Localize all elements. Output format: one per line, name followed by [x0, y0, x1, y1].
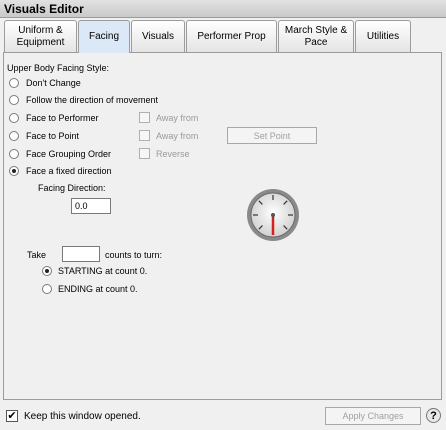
away-from-point-checkbox[interactable] [139, 130, 150, 141]
tab-label: Uniform & Equipment [16, 24, 65, 48]
help-icon[interactable]: ? [426, 408, 441, 423]
ending-label: ENDING at count 0. [58, 284, 138, 294]
tab-label: Utilities [366, 30, 400, 42]
facing-style-label: Upper Body Facing Style: [7, 63, 110, 73]
option-label: Face to Performer [26, 113, 99, 123]
radio-face-fixed-direction[interactable] [9, 166, 19, 176]
footer-bar: ✔ Keep this window opened. Apply Changes… [0, 403, 446, 430]
radio-ending[interactable] [42, 284, 52, 294]
option-label: Face Grouping Order [26, 149, 112, 159]
tab-label: Facing [88, 31, 119, 42]
reverse-checkbox[interactable] [139, 148, 150, 159]
radio-face-grouping-order[interactable] [9, 149, 19, 159]
tab-facing[interactable]: Facing [78, 20, 130, 53]
take-label: Take [27, 250, 47, 260]
apply-changes-button[interactable]: Apply Changes [325, 407, 421, 425]
radio-face-point[interactable] [9, 131, 19, 141]
starting-label: STARTING at count 0. [58, 266, 148, 276]
option-label: Face a fixed direction [26, 166, 112, 176]
title-bar: Visuals Editor [0, 0, 446, 18]
facing-dial[interactable] [245, 187, 301, 243]
window-title: Visuals Editor [4, 2, 84, 16]
tab-performer-prop[interactable]: Performer Prop [186, 20, 277, 52]
tab-label: Performer Prop [197, 30, 266, 42]
facing-direction-label: Facing Direction: [38, 183, 106, 193]
tab-label: March Style & Pace [284, 24, 348, 48]
set-point-button[interactable]: Set Point [227, 127, 317, 144]
keep-open-checkbox[interactable]: ✔ [6, 410, 18, 422]
take-counts-input[interactable] [62, 246, 100, 262]
tab-uniform-equipment[interactable]: Uniform & Equipment [4, 20, 77, 52]
option-label: Follow the direction of movement [26, 95, 159, 105]
away-from-point-label: Away from [156, 131, 199, 141]
radio-dont-change[interactable] [9, 78, 19, 88]
away-from-performer-label: Away from [156, 113, 199, 123]
option-label: Don't Change [26, 78, 81, 88]
facing-direction-input[interactable]: 0.0 [71, 198, 111, 214]
counts-to-turn-label: counts to turn: [105, 250, 163, 260]
tab-label: Visuals [141, 30, 175, 42]
keep-open-label: Keep this window opened. [24, 411, 141, 422]
option-label: Face to Point [26, 131, 80, 141]
radio-starting[interactable] [42, 266, 52, 276]
radio-face-performer[interactable] [9, 113, 19, 123]
radio-follow-movement[interactable] [9, 95, 19, 105]
away-from-performer-checkbox[interactable] [139, 112, 150, 123]
reverse-label: Reverse [156, 149, 190, 159]
tab-march-style-pace[interactable]: March Style & Pace [278, 20, 354, 52]
tab-visuals[interactable]: Visuals [131, 20, 185, 52]
tab-utilities[interactable]: Utilities [355, 20, 411, 52]
